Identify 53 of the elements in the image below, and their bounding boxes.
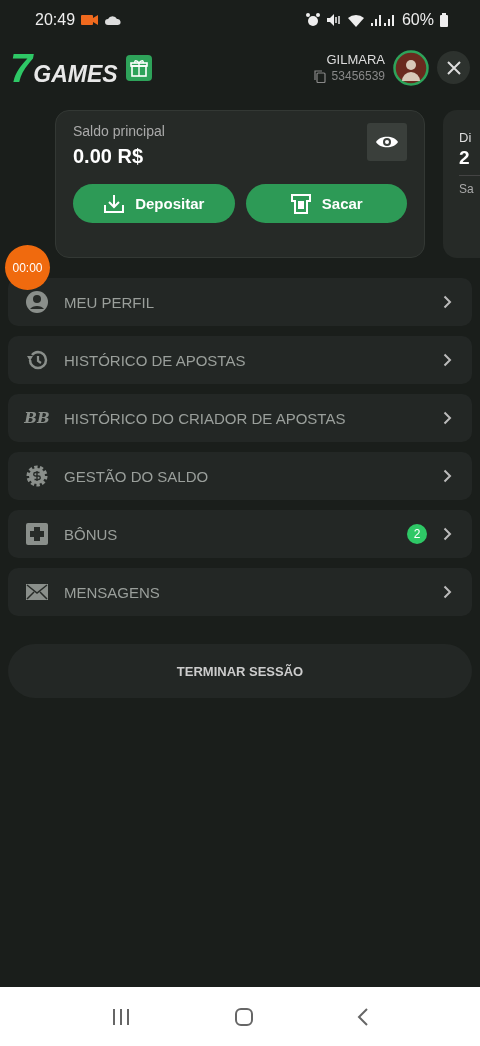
cash-machine-icon bbox=[289, 192, 312, 215]
show-balance-button[interactable] bbox=[367, 123, 407, 161]
back-icon[interactable] bbox=[356, 1006, 369, 1027]
video-camera-icon bbox=[81, 14, 100, 26]
chevron-right-icon bbox=[443, 585, 452, 599]
envelope-icon bbox=[26, 584, 48, 600]
deposit-button[interactable]: Depositar bbox=[73, 184, 235, 223]
logo[interactable]: 7GAMES bbox=[10, 47, 118, 88]
builder-icon: BB bbox=[24, 409, 50, 427]
menu-item[interactable]: BB HISTÓRICO DO CRIADOR DE APOSTAS bbox=[8, 394, 472, 442]
balance-label: Saldo principal bbox=[73, 123, 165, 139]
cloud-icon bbox=[105, 15, 122, 25]
user-icon bbox=[26, 291, 48, 313]
recording-timer[interactable]: 00:00 bbox=[5, 245, 50, 290]
menu-item[interactable]: MEU PERFIL bbox=[8, 278, 472, 326]
chevron-right-icon bbox=[443, 295, 452, 309]
menu-item[interactable]: HISTÓRICO DE APOSTAS bbox=[8, 336, 472, 384]
close-button[interactable] bbox=[437, 51, 470, 84]
menu-item[interactable]: GESTÃO DO SALDO bbox=[8, 452, 472, 500]
user-id: 53456539 bbox=[331, 69, 385, 83]
gift-button[interactable] bbox=[125, 54, 152, 81]
battery-percent: 60% bbox=[401, 11, 434, 29]
eye-icon bbox=[375, 134, 399, 150]
gift-icon bbox=[129, 58, 148, 77]
copy-icon[interactable] bbox=[313, 69, 326, 83]
chevron-right-icon bbox=[443, 411, 452, 425]
user-name: GILMARA bbox=[326, 52, 385, 67]
clock: 20:49 bbox=[35, 11, 76, 29]
history-icon bbox=[26, 349, 48, 371]
menu-item[interactable]: MENSAGENS bbox=[8, 568, 472, 616]
close-icon bbox=[446, 60, 461, 75]
avatar[interactable] bbox=[393, 49, 429, 86]
chevron-right-icon bbox=[443, 353, 452, 367]
balance-note: Sa bbox=[459, 182, 475, 196]
home-icon[interactable] bbox=[234, 1006, 254, 1027]
withdraw-button[interactable]: Sacar bbox=[245, 184, 407, 223]
balance-amount: 2 bbox=[459, 147, 471, 169]
balance-amount: 0.00 R$ bbox=[73, 145, 145, 168]
alarm-icon bbox=[305, 13, 320, 27]
mute-icon bbox=[325, 13, 342, 27]
battery-icon bbox=[440, 13, 448, 27]
chevron-right-icon bbox=[443, 469, 452, 483]
bonus-icon bbox=[26, 523, 48, 545]
recent-apps-icon[interactable] bbox=[111, 1007, 132, 1026]
logout-button[interactable]: TERMINAR SESSÃO bbox=[8, 644, 472, 698]
download-icon bbox=[103, 193, 126, 214]
chevron-right-icon bbox=[443, 527, 452, 541]
balance-label: Di bbox=[459, 130, 473, 145]
menu-item[interactable]: BÔNUS 2 bbox=[8, 510, 472, 558]
wifi-icon bbox=[347, 13, 364, 27]
count-badge: 2 bbox=[407, 524, 427, 544]
gear-dollar-icon bbox=[26, 465, 48, 487]
signal-icon bbox=[369, 14, 396, 26]
